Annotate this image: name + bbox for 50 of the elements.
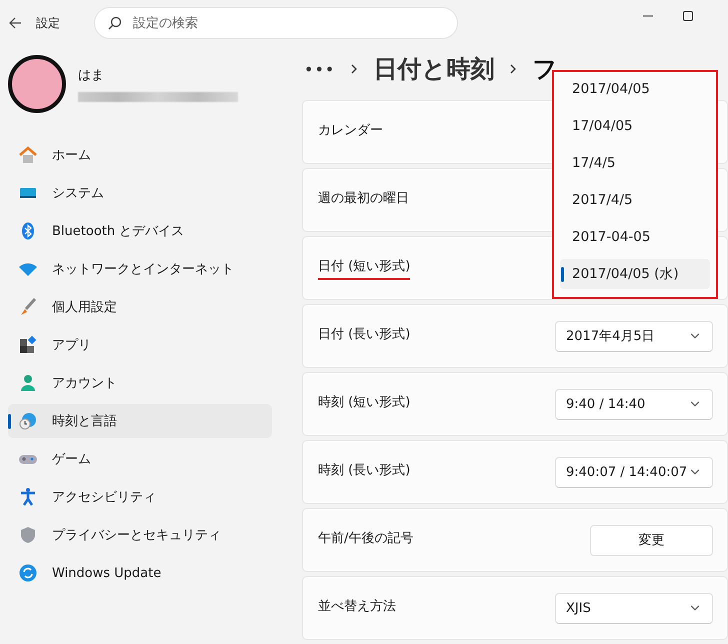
sidebar-item[interactable]: アプリ [8,328,272,362]
window-title: 設定 [36,14,60,32]
maximize-icon[interactable] [682,10,694,22]
setting-label: 日付 (長い形式) [318,326,410,344]
setting-label: カレンダー [318,122,383,140]
breadcrumb-link[interactable]: 日付と時刻 [373,53,494,85]
apps-icon [18,335,38,355]
accessibility-icon [18,487,38,507]
sidebar-item[interactable]: 時刻と言語 [8,404,272,438]
search-field[interactable]: 設定の検索 [94,7,458,39]
dropdown[interactable]: 9:40 / 14:40 [555,388,713,420]
dropdown-option[interactable]: 2017/4/5 [560,185,710,215]
sidebar-item[interactable]: 個人用設定 [8,290,272,324]
sidebar-item[interactable]: ゲーム [8,442,272,476]
shield-icon [18,525,38,545]
sidebar-item[interactable]: ホーム [8,138,272,172]
sidebar-item[interactable]: Windows Update [8,556,272,590]
dropdown-option[interactable]: 2017/04/05 [560,74,710,104]
chevron-right-icon [349,62,360,76]
setting-label: 週の最初の曜日 [318,190,409,208]
setting-label: 並べ替え方法 [318,598,396,616]
search-icon [108,16,122,30]
change-button[interactable]: 変更 [590,524,713,556]
dropdown[interactable]: 9:40:07 / 14:40:07 [555,456,713,488]
dropdown-option[interactable]: 2017-04-05 [560,222,710,252]
setting-label: 時刻 (短い形式) [318,394,410,412]
sidebar-item[interactable]: プライバシーとセキュリティ [8,518,272,552]
globe-clock-icon [18,411,38,431]
dropdown-option[interactable]: 17/04/05 [560,111,710,141]
sidebar-item[interactable]: アカウント [8,366,272,400]
chevron-right-icon [508,62,518,76]
setting-label: 午前/午後の記号 [318,530,414,548]
person-icon [18,373,38,393]
setting-label: 時刻 (長い形式) [318,462,410,480]
home-icon [18,145,38,165]
sidebar-item[interactable]: Bluetooth とデバイス [8,214,272,248]
brush-icon [18,297,38,317]
sidebar-item[interactable]: システム [8,176,272,210]
setting-label: 日付 (短い形式) [318,256,410,280]
dropdown-option[interactable]: 2017/04/05 (水) [560,259,710,289]
sidebar-item[interactable]: アクセシビリティ [8,480,272,514]
page-title: フ [532,54,558,85]
more-link[interactable]: ••• [304,60,336,78]
user-name: はま [78,67,105,84]
sidebar-item[interactable]: ネットワークとインターネット [8,252,272,286]
dropdown-option[interactable]: 17/4/5 [560,148,710,178]
dropdown[interactable]: 2017年4月5日 [555,320,713,352]
dropdown[interactable]: XJIS [555,592,713,624]
update-icon [18,563,38,583]
back-icon[interactable] [8,16,22,30]
